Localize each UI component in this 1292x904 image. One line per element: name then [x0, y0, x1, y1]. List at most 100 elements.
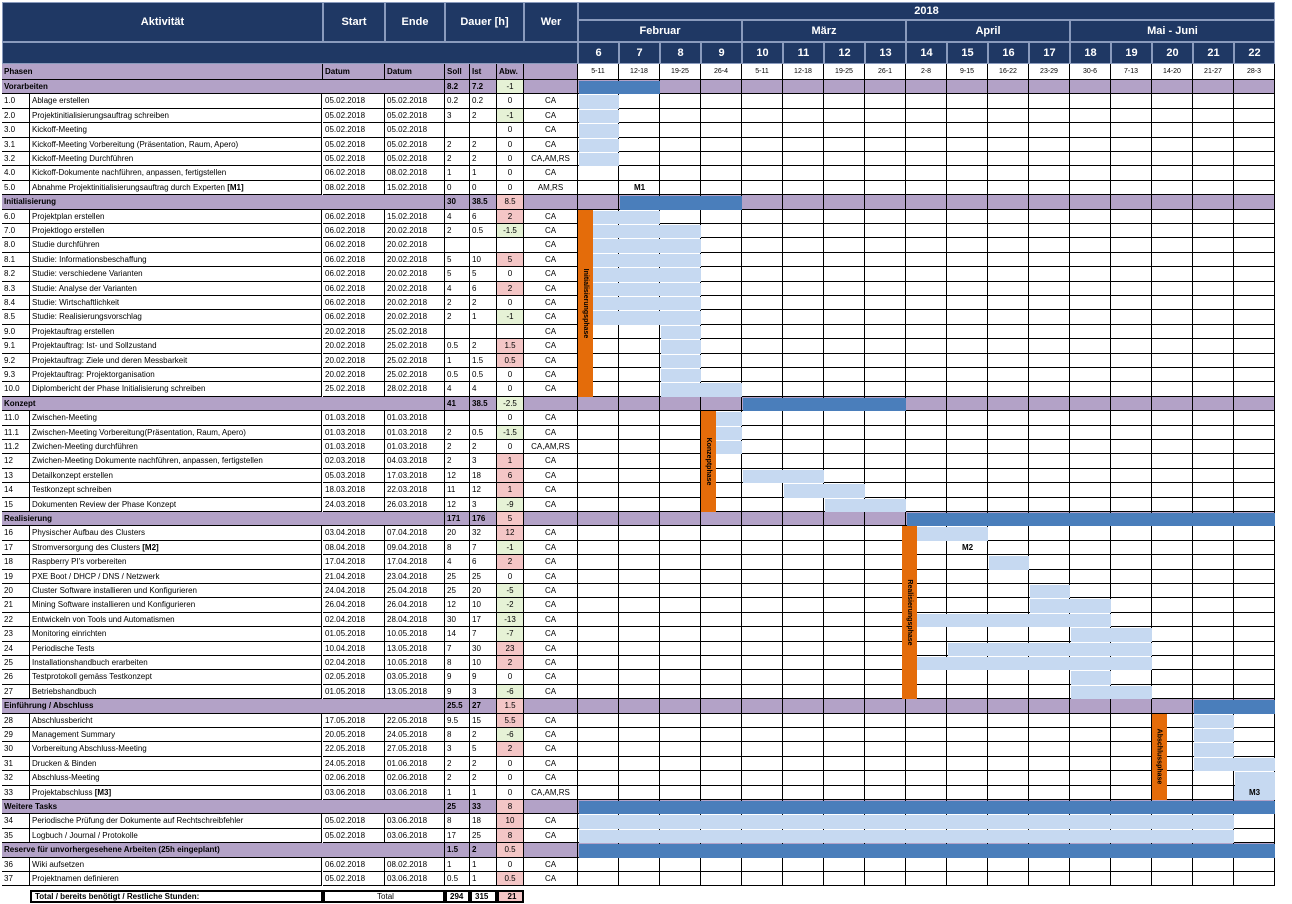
soll-value	[445, 123, 470, 138]
task-number: 3.0	[2, 123, 30, 138]
grid-cell	[1111, 80, 1152, 95]
grid-cell	[824, 310, 865, 325]
ist-value: 4	[470, 382, 497, 397]
grid-cell	[1070, 195, 1111, 210]
phase-name: Initialisierung	[2, 195, 445, 210]
grid-cell	[947, 224, 988, 239]
task-number: 3.2	[2, 152, 30, 167]
grid-cell	[1029, 324, 1070, 340]
grid-cell	[947, 684, 988, 700]
task-number: 14	[2, 483, 30, 498]
grid-cell	[619, 483, 660, 498]
grid-cell	[824, 224, 865, 239]
grid-cell	[578, 728, 619, 743]
grid-cell	[988, 238, 1029, 253]
grid-cell	[619, 713, 660, 728]
grid-cell	[947, 80, 988, 95]
task-label: Kickoff-Dokumente nachführen, anpassen, …	[32, 168, 227, 178]
task-number: 11.2	[2, 440, 30, 455]
grid-cell	[1070, 440, 1111, 455]
start-date: 06.02.2018	[323, 310, 385, 325]
grid-cell	[988, 872, 1029, 887]
grid-cell	[578, 569, 619, 584]
task-name: Kickoff-Meeting Vorbereitung (Präsentati…	[30, 137, 322, 152]
sub-header-ist: Ist	[470, 64, 497, 80]
grid-cell	[1193, 209, 1234, 224]
grid-cell	[701, 152, 742, 167]
task-number: 2.0	[2, 108, 30, 124]
grid-cell	[1152, 857, 1193, 872]
grid-cell	[660, 94, 701, 109]
task-name: Studie: Realisierungsvorschlag	[30, 310, 322, 325]
grid-cell	[988, 137, 1029, 152]
task-name: Projektnamen definieren	[30, 872, 322, 887]
grid-cell	[906, 483, 947, 498]
grid-cell	[1234, 224, 1275, 239]
grid-cell	[619, 857, 660, 872]
grid-cell	[1234, 180, 1275, 196]
soll-value: 2	[445, 454, 470, 469]
grid-cell	[701, 281, 742, 296]
grid-cell	[1193, 411, 1234, 426]
grid-cell	[742, 440, 783, 455]
task-label: Kickoff-Meeting	[32, 125, 87, 135]
grid-cell	[1193, 468, 1234, 484]
end-date: 03.06.2018	[385, 872, 445, 887]
abw-value: -2.5	[497, 396, 524, 412]
task-number: 25	[2, 656, 30, 671]
task-number: 8.1	[2, 252, 30, 268]
grid-cell	[865, 468, 906, 484]
who-value: CA	[524, 339, 578, 354]
grid-cell	[1193, 339, 1234, 354]
grid-cell	[701, 396, 742, 412]
grid-cell	[1111, 425, 1152, 440]
end-date: 20.02.2018	[385, 296, 445, 311]
grid-cell	[1193, 670, 1234, 685]
grid-cell	[988, 224, 1029, 239]
task-label: Diplombericht der Phase Initialisierung …	[32, 384, 206, 394]
end-date: 05.02.2018	[385, 152, 445, 167]
start-date: 20.02.2018	[323, 324, 385, 340]
abw-value: 2	[497, 209, 524, 224]
grid-cell	[1152, 137, 1193, 152]
end-date: 15.02.2018	[385, 180, 445, 196]
task-name: Projektlogo erstellen	[30, 224, 322, 239]
grid-cell	[988, 152, 1029, 167]
grid-cell	[619, 598, 660, 613]
who-value: CA	[524, 540, 578, 556]
grid-cell	[1152, 872, 1193, 887]
grid-cell	[865, 238, 906, 253]
who-value	[524, 699, 578, 714]
grid-cell	[1111, 742, 1152, 757]
grid-cell	[619, 627, 660, 642]
grid-cell	[783, 742, 824, 757]
grid-cell	[1029, 555, 1070, 570]
grid-cell	[947, 353, 988, 368]
soll-value: 41	[445, 396, 470, 412]
soll-value: 0.5	[445, 872, 470, 887]
grid-cell	[1029, 252, 1070, 268]
grid-cell	[660, 612, 701, 628]
week-range: 9-15	[947, 64, 988, 80]
grid-cell	[701, 670, 742, 685]
grid-cell	[619, 512, 660, 527]
grid-cell	[1070, 857, 1111, 872]
grid-cell	[578, 526, 619, 541]
grid-cell	[1152, 555, 1193, 570]
who-value	[524, 80, 578, 95]
grid-cell	[865, 785, 906, 800]
grid-cell	[742, 598, 783, 613]
grid-cell	[824, 339, 865, 354]
task-label: Testprotokoll gemäss Testkonzept	[32, 672, 152, 682]
task-name: Installationshandbuch erarbeiten	[30, 656, 322, 671]
grid-cell	[947, 108, 988, 124]
grid-cell	[988, 368, 1029, 383]
grid-cell	[906, 123, 947, 138]
grid-cell	[660, 555, 701, 570]
grid-cell	[783, 252, 824, 268]
sub-header-end-date: Datum	[385, 64, 445, 80]
grid-cell	[824, 569, 865, 584]
grid-cell	[1234, 440, 1275, 455]
grid-cell	[1029, 627, 1070, 642]
grid-cell	[1111, 267, 1152, 282]
